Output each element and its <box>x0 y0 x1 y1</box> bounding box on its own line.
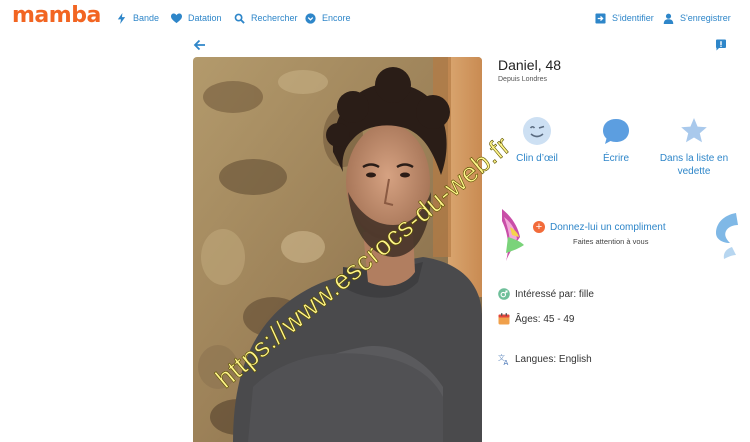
register-link[interactable]: S'enregistrer <box>663 11 731 25</box>
featured-list-button[interactable]: Dans la liste en vedette <box>654 116 734 178</box>
back-arrow-icon[interactable] <box>193 38 207 52</box>
chat-bubble-icon <box>603 119 629 144</box>
nav-item-bande[interactable]: Bande <box>116 11 159 25</box>
give-compliment-button[interactable]: + Donnez-lui un compliment <box>533 221 666 233</box>
report-icon[interactable] <box>715 39 727 51</box>
lightning-icon <box>117 12 126 24</box>
compliment-section: + Donnez-lui un compliment Faites attent… <box>498 207 738 265</box>
svg-text:A: A <box>504 359 509 365</box>
nav-label-datation: Datation <box>188 13 222 23</box>
give-compliment-label: Donnez-lui un compliment <box>550 221 666 233</box>
wink-label: Clin d’œil <box>516 153 558 164</box>
interested-in-row: Intéressé par: fille <box>498 288 594 300</box>
profile-name: Daniel, 48 <box>498 57 562 73</box>
register-label: S'enregistrer <box>680 13 731 23</box>
nav-item-encore[interactable]: Encore <box>305 11 351 25</box>
compliment-subtitle: Faites attention à vous <box>573 237 649 246</box>
login-label: S'identifier <box>612 13 654 23</box>
login-icon <box>595 12 606 24</box>
wink-icon <box>523 117 551 145</box>
nav-label-encore: Encore <box>322 13 351 23</box>
nav-item-datation[interactable]: Datation <box>171 11 222 25</box>
write-button[interactable]: Écrire <box>576 116 656 165</box>
nav-item-rechercher[interactable]: Rechercher <box>234 11 298 25</box>
star-icon <box>681 118 707 143</box>
mamba-logo[interactable]: mamba <box>12 3 101 28</box>
user-icon <box>663 13 674 24</box>
flower-decoration-icon <box>502 209 524 261</box>
swirl-decoration-icon <box>716 213 738 259</box>
ages-row: Âges: 45 - 49 <box>498 313 574 325</box>
ages-text: Âges: 45 - 49 <box>515 313 575 325</box>
interested-in-text: Intéressé par: fille <box>515 288 594 300</box>
translate-icon: 文 A <box>498 353 509 365</box>
languages-text: Langues: English <box>515 353 592 365</box>
plus-icon: + <box>533 221 545 233</box>
wink-button[interactable]: Clin d’œil <box>497 116 577 165</box>
calendar-icon <box>498 313 510 325</box>
gender-symbol-icon <box>498 288 510 300</box>
chevron-down-circle-icon <box>305 12 316 24</box>
login-link[interactable]: S'identifier <box>595 11 654 25</box>
nav-label-rechercher: Rechercher <box>251 13 298 23</box>
write-label: Écrire <box>602 153 630 164</box>
languages-row: 文 A Langues: English <box>498 353 592 365</box>
search-icon <box>234 13 245 24</box>
profile-location: Depuis Londres <box>498 76 548 83</box>
heart-icon <box>171 12 182 23</box>
top-navigation-bar: mamba Bande Datation Rechercher Encore S… <box>0 0 750 36</box>
nav-label-bande: Bande <box>133 13 160 23</box>
featured-list-label: Dans la liste en vedette <box>659 153 729 177</box>
